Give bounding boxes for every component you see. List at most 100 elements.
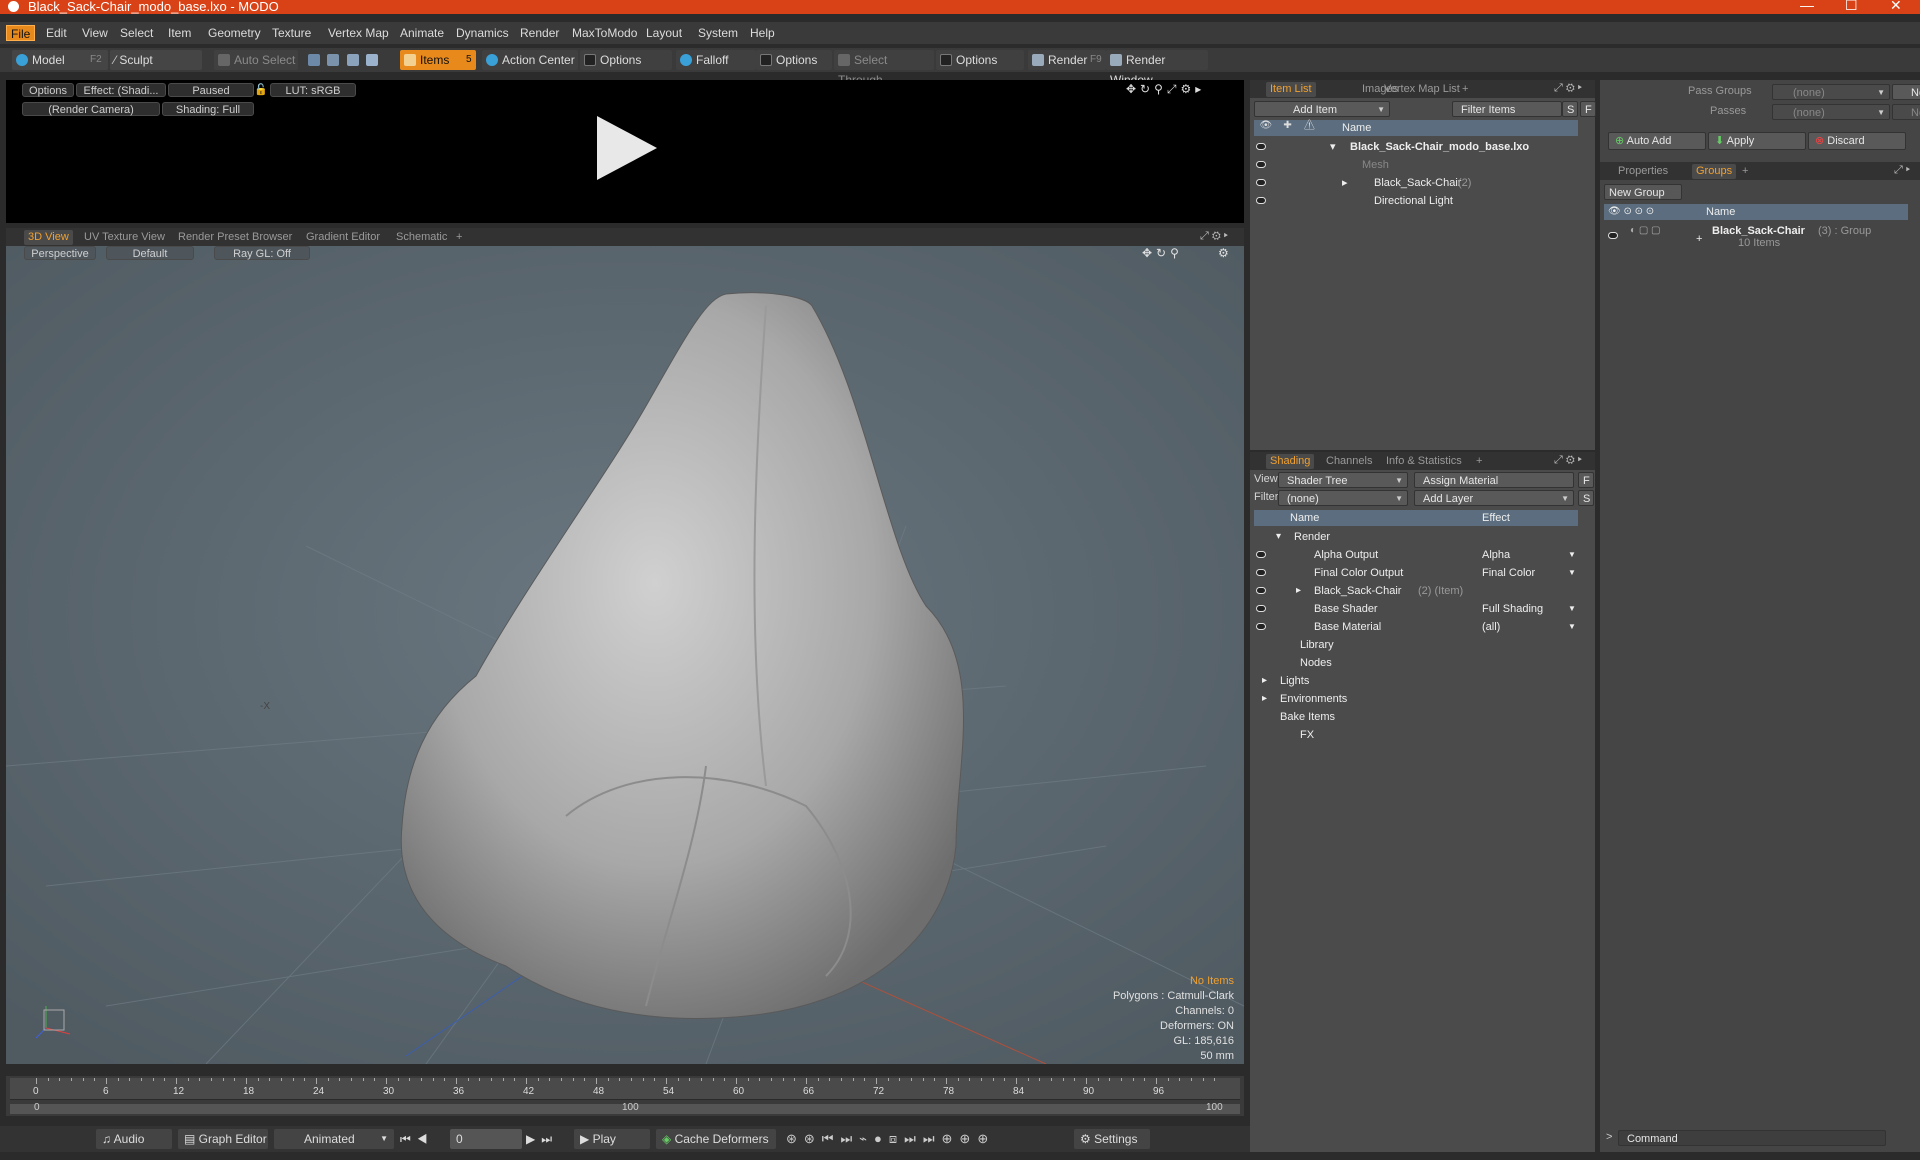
shader-tree-row[interactable]: ▾ Render — [1250, 528, 1595, 546]
select-through-options-button[interactable]: Options — [936, 50, 1024, 70]
eye-icon[interactable] — [1256, 623, 1266, 630]
settings-button[interactable]: ⚙ Settings — [1074, 1129, 1150, 1149]
lock-icon[interactable]: 🔓 — [254, 83, 268, 96]
eye-icon[interactable] — [1256, 161, 1266, 168]
tab-properties[interactable]: Properties — [1618, 164, 1668, 179]
action-center-options-button[interactable]: Options — [580, 50, 672, 70]
auto-select-button[interactable]: Auto Select — [214, 50, 298, 70]
tab-uv-texture-view[interactable]: UV Texture View — [84, 230, 165, 245]
materials-icon[interactable] — [366, 54, 379, 66]
shader-tree-row[interactable]: Final Color Output Final Color ▼ — [1250, 564, 1595, 582]
falloff-button[interactable]: Falloff — [676, 50, 756, 70]
filter-s-button[interactable]: S — [1562, 101, 1578, 117]
tab-render-preset-browser[interactable]: Render Preset Browser — [178, 230, 292, 245]
audio-button[interactable]: ♫ Audio — [96, 1129, 172, 1149]
menu-system[interactable]: System — [694, 25, 742, 41]
close-button[interactable]: ✕ — [1890, 0, 1902, 12]
auto-add-button[interactable]: ⊕ Auto Add — [1608, 132, 1706, 150]
menu-help[interactable]: Help — [746, 25, 779, 41]
view-dropdown[interactable]: Shader Tree ▼ — [1278, 472, 1408, 488]
frame-input[interactable]: 0 — [450, 1129, 522, 1149]
eye-icon[interactable] — [1256, 197, 1266, 204]
filter-f-button[interactable]: F — [1580, 101, 1596, 117]
filter-items-input[interactable]: Filter Items — [1452, 101, 1562, 117]
preview-shading-dropdown[interactable]: Shading: Full — [162, 102, 254, 116]
expand-icon[interactable]: ▾ — [1276, 528, 1281, 546]
eye-icon[interactable] — [1256, 605, 1266, 612]
menu-render[interactable]: Render — [516, 25, 563, 41]
expand-icon[interactable]: ▾ — [1330, 138, 1336, 156]
shader-tree-row[interactable]: Nodes — [1250, 654, 1595, 672]
transport-forward-icons[interactable]: ▶⏭ — [526, 1132, 558, 1147]
shader-tree-row[interactable]: ▸ Lights — [1250, 672, 1595, 690]
command-input[interactable]: Command — [1618, 1130, 1886, 1146]
default-dropdown[interactable]: Default — [106, 246, 194, 260]
render-preview[interactable]: Options Effect: (Shadi... Paused 🔓 LUT: … — [6, 80, 1244, 223]
tab-vertex-map-list-label[interactable]: Vertex Map List — [1384, 82, 1460, 97]
menu-vertex-map[interactable]: Vertex Map — [324, 25, 393, 41]
list-item[interactable]: ▾ Black_Sack-Chair_modo_base.lxo — [1250, 138, 1595, 156]
falloff-options-button[interactable]: Options — [756, 50, 832, 70]
tab-channels[interactable]: Channels — [1326, 454, 1372, 469]
items-mode-button[interactable]: Items 5 — [400, 50, 476, 70]
vertices-icon[interactable] — [308, 54, 320, 66]
effect-dropdown[interactable]: Alpha — [1482, 546, 1510, 564]
passes-dropdown[interactable]: (none) ▼ — [1772, 104, 1890, 120]
tab-add[interactable]: + — [456, 230, 462, 245]
list-item[interactable]: ▸ Black_Sack-Chair (2) — [1250, 174, 1595, 192]
minimize-button[interactable]: — — [1800, 0, 1814, 12]
shader-tree-row[interactable]: ▸ Environments — [1250, 690, 1595, 708]
menu-animate[interactable]: Animate — [396, 25, 448, 41]
animated-dropdown[interactable]: Animated ▼ — [274, 1129, 394, 1149]
expand-icon[interactable]: + — [1696, 230, 1702, 248]
shader-tree-row[interactable]: Bake Items — [1250, 708, 1595, 726]
shading-s-button[interactable]: S — [1578, 490, 1594, 506]
menu-geometry[interactable]: Geometry — [204, 25, 265, 41]
eye-icon[interactable] — [1608, 232, 1618, 239]
list-item[interactable]: Directional Light — [1250, 192, 1595, 210]
action-center-button[interactable]: Action Center — [482, 50, 578, 70]
menu-view[interactable]: View — [78, 25, 112, 41]
expand-icon[interactable]: ▸ — [1262, 690, 1267, 708]
tab-item-list[interactable]: Item List — [1266, 82, 1316, 97]
assign-material-button[interactable]: Assign Material — [1414, 472, 1574, 488]
shader-tree-row[interactable]: ▸ Black_Sack-Chair (2) (Item) — [1250, 582, 1595, 600]
discard-button[interactable]: ⊗ Discard — [1808, 132, 1906, 150]
tab-groups[interactable]: Groups — [1692, 164, 1737, 179]
eye-icon[interactable] — [1256, 587, 1266, 594]
preview-options-button[interactable]: Options — [22, 83, 74, 97]
shader-tree-row[interactable]: Library — [1250, 636, 1595, 654]
preview-camera-dropdown[interactable]: (Render Camera) — [22, 102, 160, 116]
panel-config-icons[interactable]: ⤢ ⚙ ▸ — [1200, 230, 1228, 243]
preview-nav-icons[interactable]: ✥↻⚲⤢⚙▸ — [1126, 82, 1205, 97]
3d-viewport[interactable]: Perspective Default Ray GL: Off ✥↻⚲ ⚙ -X… — [6, 246, 1244, 1064]
viewport-settings-icon[interactable]: ⚙ — [1218, 246, 1229, 260]
panel-config-icons[interactable]: ⤢ ⚙ ▸ — [1554, 454, 1582, 467]
effect-dropdown[interactable]: (all) — [1482, 618, 1500, 636]
model-mode-button[interactable]: Model F2 — [12, 50, 108, 70]
play-icon[interactable] — [591, 114, 661, 184]
tab-add[interactable]: + — [1476, 454, 1482, 469]
group-row[interactable]: ◐ ▢ ▢ + Black_Sack-Chair (3) : Group 10 … — [1600, 222, 1920, 254]
expand-icon[interactable]: ▸ — [1342, 174, 1348, 192]
add-layer-dropdown[interactable]: Add Layer ▼ — [1414, 490, 1574, 506]
cache-deformers-button[interactable]: ◈ Cache Deformers — [656, 1129, 776, 1149]
sculpt-mode-button[interactable]: ⁄ Sculpt — [110, 50, 202, 70]
tab-add[interactable]: + — [1742, 164, 1748, 179]
timeline-ruler[interactable]: 0 6 12 18 24 30 36 42 48 54 60 66 72 78 84 90 96 — [10, 1078, 1240, 1100]
eye-icon[interactable] — [1256, 143, 1266, 150]
tab-info-statistics[interactable]: Info & Statistics — [1386, 454, 1462, 469]
timeline[interactable]: 0 6 12 18 24 30 36 42 48 54 60 66 72 78 84 90 96 0 100 1… — [6, 1076, 1244, 1116]
key-tools-icons[interactable]: ⊛⊛⏮⏭⌁●⧈⏭⏭⊕⊕⊕ — [786, 1131, 995, 1147]
eye-icon[interactable] — [1256, 179, 1266, 186]
select-through-button[interactable]: Select Through — [834, 50, 934, 87]
shader-tree-row[interactable]: Base Material (all) ▼ — [1250, 618, 1595, 636]
menu-dynamics[interactable]: Dynamics — [452, 25, 513, 41]
panel-config-icons[interactable]: ⤢ ▸ — [1894, 164, 1910, 177]
raygl-dropdown[interactable]: Ray GL: Off — [214, 246, 310, 260]
new-group-button[interactable]: New Group — [1604, 184, 1682, 200]
render-button[interactable]: Render F9 — [1028, 50, 1106, 70]
eye-icon[interactable] — [1256, 551, 1266, 558]
group-toggle-icons[interactable]: ◐ ▢ ▢ — [1630, 222, 1661, 240]
menu-item[interactable]: Item — [164, 25, 195, 41]
